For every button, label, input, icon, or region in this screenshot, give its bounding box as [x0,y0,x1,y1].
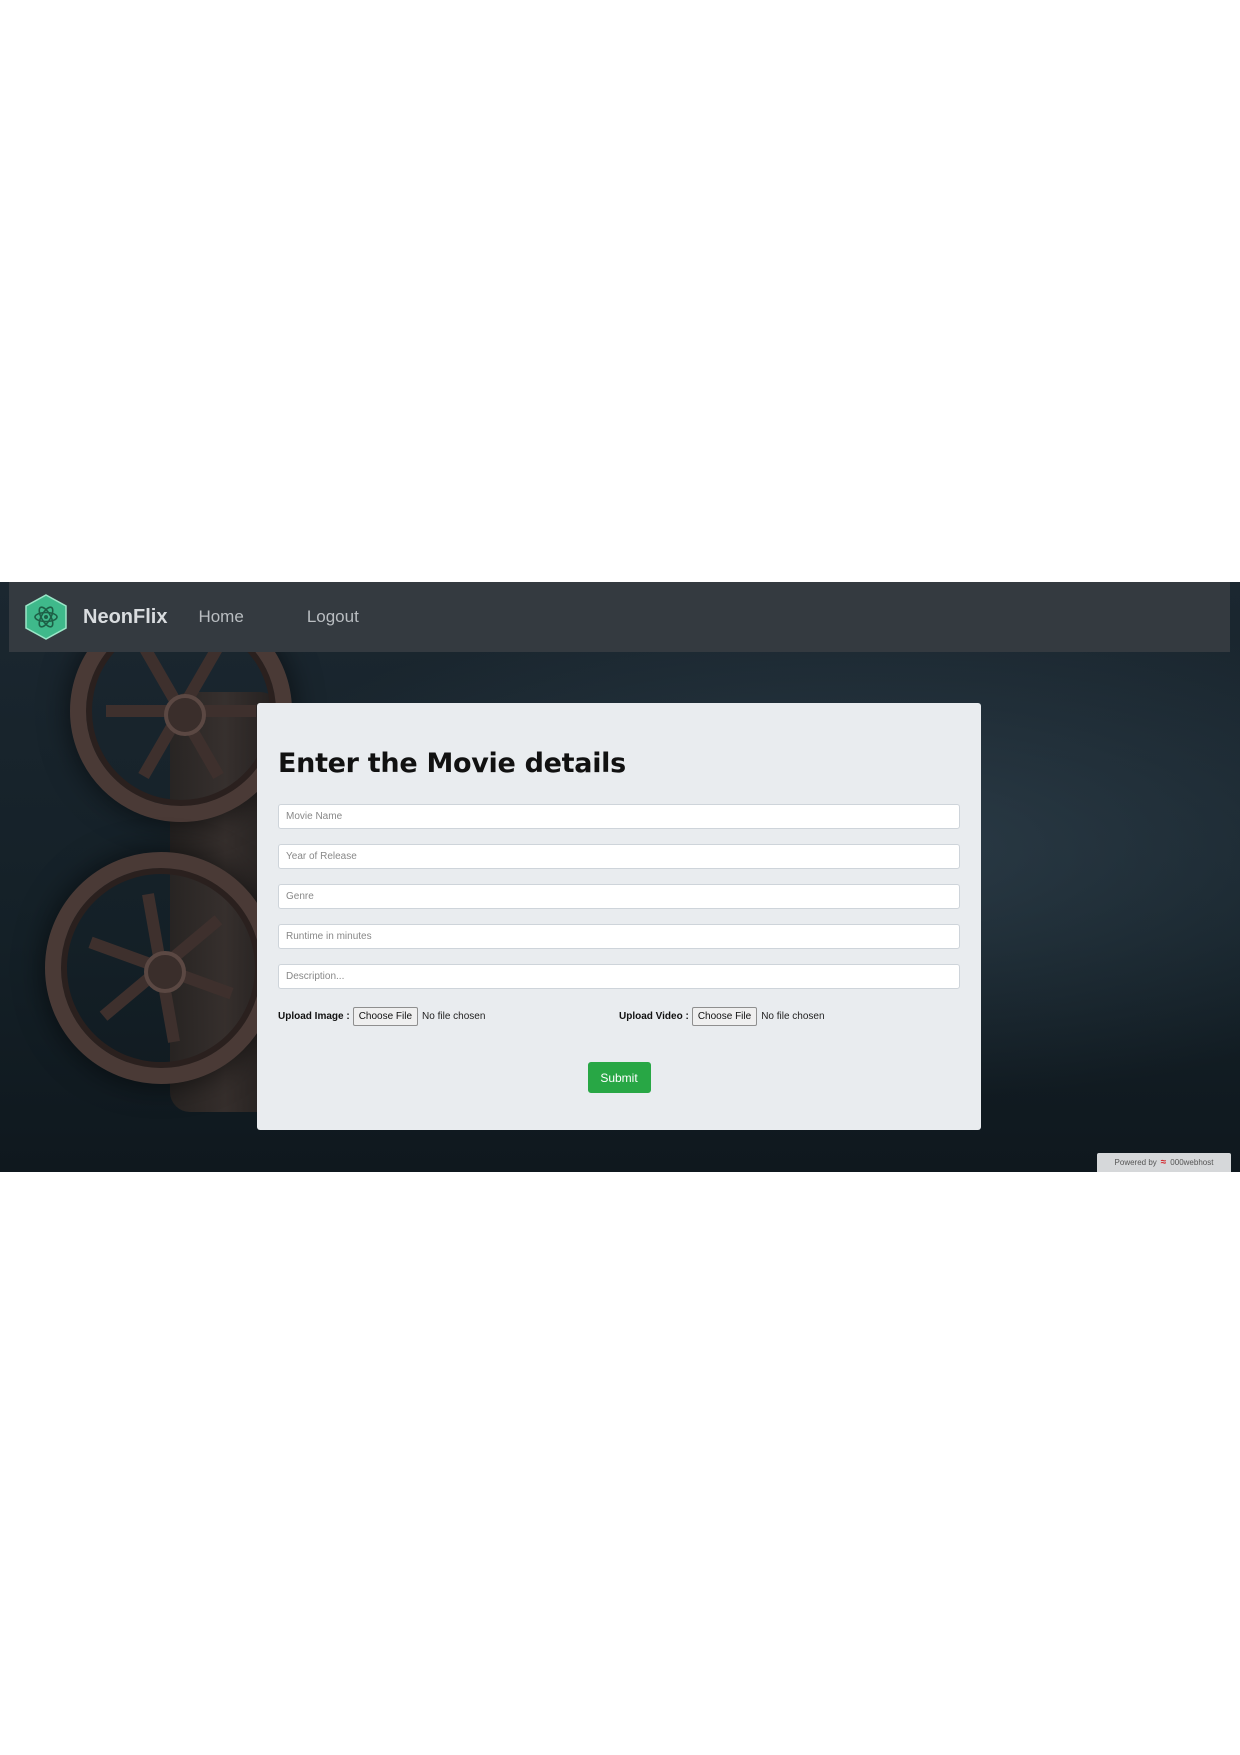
navbar: NeonFlix Home Logout [9,582,1230,652]
upload-video-label: Upload Video : [619,1010,689,1022]
upload-image-group: Upload Image : Choose File No file chose… [278,1006,619,1026]
year-of-release-input[interactable] [278,844,960,869]
submit-button[interactable]: Submit [587,1062,651,1093]
image-file-status: No file chosen [422,1010,486,1022]
choose-video-button[interactable]: Choose File [691,1006,758,1026]
movie-name-input[interactable] [278,804,960,829]
app-background: NeonFlix Home Logout Enter the Movie det… [0,582,1240,1172]
runtime-input[interactable] [278,924,960,949]
movie-form-card: Enter the Movie details Upload Image : C… [257,703,981,1130]
upload-row: Upload Image : Choose File No file chose… [278,1004,960,1028]
description-input[interactable] [278,964,960,989]
neonflix-logo-icon[interactable] [25,594,67,640]
video-file-status: No file chosen [761,1010,825,1022]
film-reel-image [45,852,277,1084]
webhost-name: 000webhost [1170,1158,1214,1167]
webhost-logo-icon: ≈ [1160,1157,1167,1168]
powered-by-badge[interactable]: Powered by ≈ 000webhost [1097,1153,1231,1172]
nav-home-link[interactable]: Home [198,607,243,627]
brand-name[interactable]: NeonFlix [83,606,167,629]
upload-video-group: Upload Video : Choose File No file chose… [619,1006,960,1026]
upload-image-label: Upload Image : [278,1010,350,1022]
nav-logout-link[interactable]: Logout [307,607,359,627]
submit-row: Submit [278,1062,960,1093]
choose-image-button[interactable]: Choose File [352,1006,419,1026]
genre-input[interactable] [278,884,960,909]
powered-by-text: Powered by [1114,1158,1157,1167]
form-title: Enter the Movie details [278,748,626,779]
